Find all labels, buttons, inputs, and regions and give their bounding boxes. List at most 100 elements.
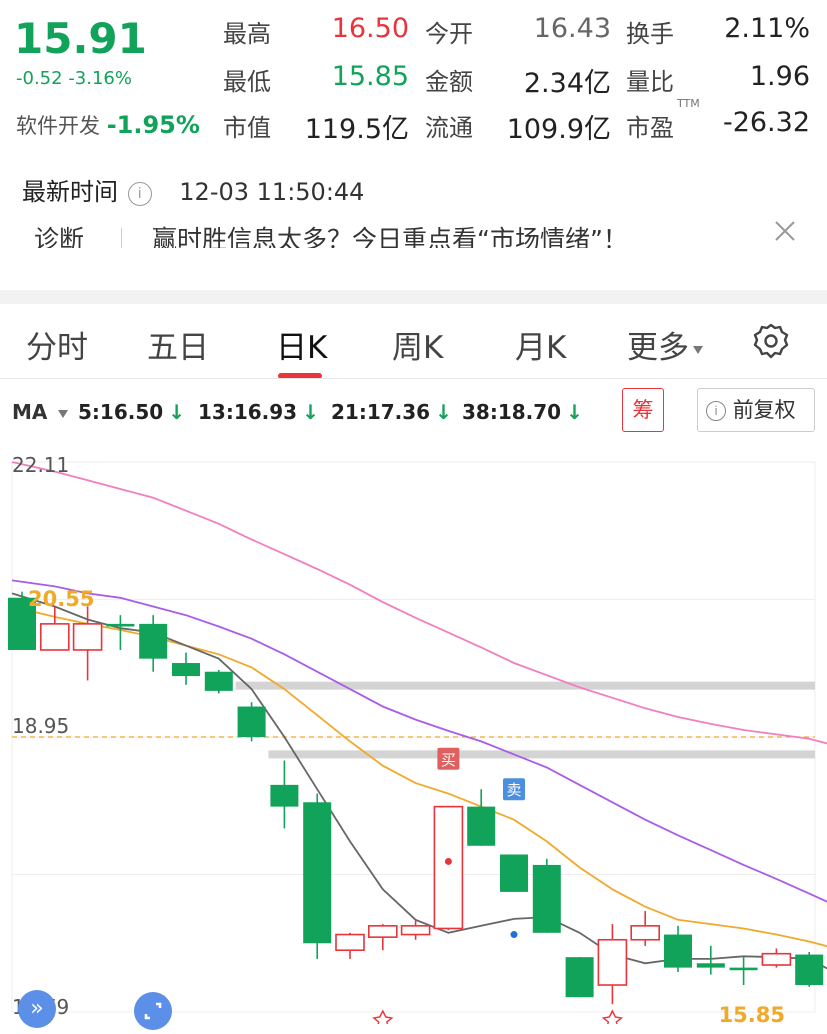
candle-body bbox=[172, 663, 200, 677]
candle-body bbox=[630, 925, 661, 941]
tabs-divider bbox=[0, 378, 827, 379]
quote-label: 最高 bbox=[223, 20, 271, 48]
candle bbox=[761, 948, 792, 968]
quote-value: 15.85 bbox=[331, 61, 409, 92]
candle bbox=[139, 615, 168, 672]
tab-more[interactable]: 更多 bbox=[627, 322, 703, 367]
y-axis-tick: 18.95 bbox=[12, 714, 69, 738]
fullscreen-icon bbox=[144, 1002, 162, 1020]
quote-value: 109.9亿 bbox=[506, 114, 611, 145]
price-change-pct: -3.16% bbox=[68, 68, 132, 89]
candle-body bbox=[433, 805, 464, 930]
candle bbox=[664, 925, 692, 972]
ma38-value: 38:18.70 ↓ bbox=[462, 400, 583, 424]
y-axis-tick: 22.11 bbox=[12, 453, 69, 477]
ma-selector[interactable]: MA bbox=[12, 400, 69, 424]
max-price-label: 20.55 bbox=[28, 587, 94, 611]
tab-intraday[interactable]: 分时 bbox=[26, 322, 88, 367]
tab-weekly-k[interactable]: 周K bbox=[392, 322, 443, 367]
candle bbox=[433, 805, 464, 931]
quote-value: 16.43 bbox=[533, 13, 611, 44]
tab-five-day[interactable]: 五日 bbox=[147, 322, 209, 367]
notice-bar[interactable]: 诊断 赢时胜信息太多？今日重点看“市场情绪”！ bbox=[0, 212, 827, 248]
sector-name: 软件开发 bbox=[16, 114, 100, 138]
ma38-text: 38:18.70 bbox=[462, 400, 562, 424]
candle-body bbox=[467, 806, 496, 846]
close-icon[interactable] bbox=[770, 216, 800, 246]
sector-row[interactable]: 软件开发 -1.95% bbox=[16, 110, 200, 140]
candle bbox=[270, 760, 299, 829]
quote-label: 市值 bbox=[223, 114, 271, 142]
candle-body bbox=[597, 938, 628, 986]
candle bbox=[696, 945, 725, 975]
candle-body bbox=[335, 933, 365, 952]
price-change-value: -0.52 bbox=[16, 68, 63, 89]
tab-monthly-k[interactable]: 月K bbox=[515, 322, 566, 367]
quote-label: 最低 bbox=[223, 68, 271, 96]
expand-left-button[interactable]: » bbox=[18, 990, 56, 1028]
signal-label: 卖 bbox=[506, 781, 521, 799]
fullscreen-button[interactable] bbox=[134, 992, 172, 1030]
signal-dot bbox=[509, 930, 519, 940]
ma5-text: 5:16.50 bbox=[78, 400, 164, 424]
price-band bbox=[235, 681, 816, 690]
signal-dot bbox=[443, 856, 453, 866]
candle bbox=[729, 957, 758, 986]
down-arrow-icon: ↓ bbox=[302, 400, 319, 424]
section-gap bbox=[0, 290, 827, 304]
candle-body bbox=[729, 967, 758, 971]
info-icon: i bbox=[706, 401, 726, 421]
chevron-down-icon bbox=[693, 345, 703, 354]
tab-more-label: 更多 bbox=[627, 330, 689, 366]
price-change: -0.52 -3.16% bbox=[16, 68, 132, 89]
ma38-line bbox=[11, 461, 827, 745]
ma-label: MA bbox=[12, 400, 48, 424]
ma21-value: 21:17.36 ↓ bbox=[331, 400, 452, 424]
info-icon[interactable]: i bbox=[127, 182, 152, 206]
candle-body bbox=[532, 864, 561, 933]
quote-label: 量比 bbox=[626, 68, 674, 96]
chip-distribution-button[interactable]: 筹 bbox=[622, 388, 664, 432]
quote-label: 换手 bbox=[626, 20, 674, 48]
candle bbox=[500, 854, 528, 892]
ma13-line bbox=[11, 605, 827, 948]
candle-body bbox=[237, 706, 266, 737]
candle-body bbox=[204, 671, 233, 691]
candle bbox=[795, 951, 824, 987]
candle-body bbox=[303, 802, 332, 944]
gear-icon[interactable] bbox=[752, 322, 790, 360]
ma5-value: 5:16.50 ↓ bbox=[78, 400, 185, 424]
current-price: 15.91 bbox=[14, 14, 147, 63]
adjust-mode-button[interactable]: i 前复权 bbox=[697, 388, 815, 432]
candle bbox=[303, 793, 332, 959]
candle bbox=[532, 858, 561, 933]
candle bbox=[172, 652, 200, 685]
candle-body bbox=[367, 925, 398, 938]
latest-time-value: 12-03 11:50:44 bbox=[179, 178, 365, 206]
quote-value: 2.34亿 bbox=[523, 68, 611, 99]
min-price-label: 15.85 bbox=[719, 1003, 785, 1024]
candle-body bbox=[400, 925, 431, 936]
quote-value: -26.32 bbox=[722, 107, 810, 138]
kline-chart[interactable]: 买卖 22.1118.9515.7920.5515.85 bbox=[0, 440, 827, 1024]
down-arrow-icon: ↓ bbox=[435, 400, 452, 424]
candle-body bbox=[664, 934, 692, 968]
tab-daily-k[interactable]: 日K bbox=[276, 322, 327, 367]
candle-body bbox=[106, 623, 135, 627]
quote-label: 今开 bbox=[425, 20, 473, 48]
down-arrow-icon: ↓ bbox=[168, 400, 185, 424]
candle bbox=[565, 957, 594, 998]
adjust-mode-label: 前复权 bbox=[732, 398, 796, 422]
latest-time-row: 最新时间 i 12-03 11:50:44 bbox=[22, 172, 364, 207]
candle-body bbox=[39, 623, 70, 651]
quote-value: 2.11% bbox=[724, 13, 810, 44]
quote-value: 1.96 bbox=[749, 61, 810, 92]
price-band bbox=[268, 750, 815, 759]
notice-tag: 诊断 bbox=[34, 225, 85, 248]
candle-body bbox=[270, 784, 299, 807]
event-star-icon bbox=[372, 1009, 394, 1024]
caret-down-icon bbox=[58, 409, 69, 418]
quote-label: 市盈 bbox=[626, 114, 674, 142]
candle-body bbox=[139, 623, 168, 659]
candle-body bbox=[500, 854, 528, 892]
